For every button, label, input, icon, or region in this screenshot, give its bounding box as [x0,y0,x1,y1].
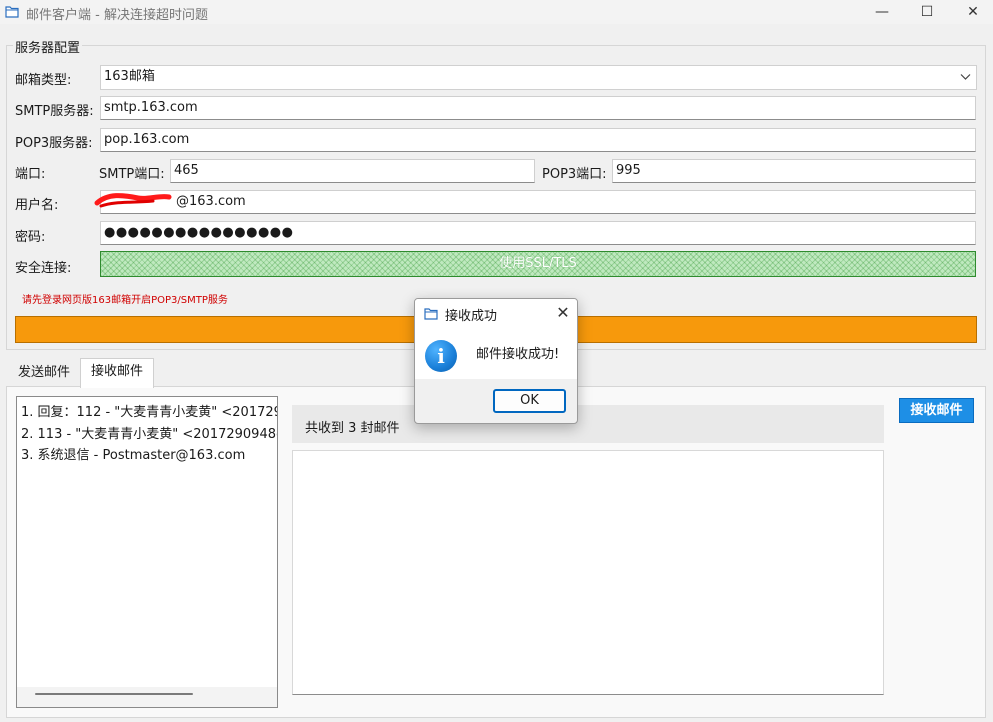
server-config-title: 服务器配置 [13,37,83,56]
minimize-button[interactable]: — [859,0,905,24]
password-input[interactable]: ●●●●●●●●●●●●●●●● [100,221,976,245]
ssl-toggle[interactable]: 使用SSL/TLS [100,251,976,277]
pop3-server-input[interactable]: pop.163.com [100,128,976,152]
smtp-port-input[interactable]: 465 [170,159,535,183]
receive-mail-button[interactable]: 接收邮件 [899,398,974,423]
mail-type-select[interactable]: 163邮箱 [100,65,977,90]
close-button[interactable]: ✕ [950,0,993,24]
dialog-close-button[interactable]: ✕ [552,302,574,324]
smtp-server-input[interactable]: smtp.163.com [100,96,976,120]
dialog-body: i 邮件接收成功! [415,329,577,379]
title-bar: 邮件客户端 - 解决连接超时问题 — ☐ ✕ [0,0,993,24]
pop3-port-label: POP3端口: [542,167,607,182]
dialog-message: 邮件接收成功! [476,347,560,362]
success-dialog: 接收成功 ✕ i 邮件接收成功! OK [414,298,578,424]
username-label: 用户名: [15,198,59,213]
tab-send[interactable]: 发送邮件 [8,360,80,388]
smtp-port-label: SMTP端口: [99,167,165,182]
maximize-button[interactable]: ☐ [904,0,950,24]
smtp-server-label: SMTP服务器: [15,104,94,119]
redaction-scribble [94,193,172,208]
pop3-port-input[interactable]: 995 [612,159,976,183]
window-title: 邮件客户端 - 解决连接超时问题 [26,8,208,23]
close-icon: ✕ [556,303,570,322]
info-icon: i [425,340,457,372]
list-item[interactable]: 1. 回复：112 - "大麦青青小麦黄" <2017290948@ [21,401,277,420]
hint-text: 请先登录网页版163邮箱开启POP3/SMTP服务 [22,295,228,306]
username-value: @163.com [176,194,246,209]
horizontal-scrollbar[interactable] [17,687,277,707]
pop3-server-label: POP3服务器: [15,136,93,151]
scrollbar-thumb[interactable] [35,693,193,695]
minimize-icon: — [875,4,889,20]
list-item[interactable]: 2. 113 - "大麦青青小麦黄" <2017290948@ [21,423,277,442]
password-label: 密码: [15,230,46,245]
maximize-icon: ☐ [920,4,934,20]
mail-type-value: 163邮箱 [104,69,155,84]
list-item[interactable]: 3. 系统退信 - Postmaster@163.com [21,444,245,463]
close-icon: ✕ [967,4,979,20]
security-label: 安全连接: [15,261,72,276]
tab-receive[interactable]: 接收邮件 [80,358,155,388]
mail-count-text: 共收到 3 封邮件 [305,421,400,436]
dialog-title: 接收成功 [445,309,498,324]
port-label: 端口: [15,167,46,182]
folder-icon [424,308,438,320]
chevron-down-icon [960,74,971,80]
folder-icon [5,6,19,18]
ok-button[interactable]: OK [493,389,566,413]
username-input[interactable]: @163.com [100,190,976,214]
mail-type-label: 邮箱类型: [15,73,72,88]
mail-list[interactable]: 1. 回复：112 - "大麦青青小麦黄" <2017290948@ 2. 11… [16,396,278,708]
mail-content-area[interactable] [292,450,884,695]
dialog-header: 接收成功 ✕ [415,299,577,329]
